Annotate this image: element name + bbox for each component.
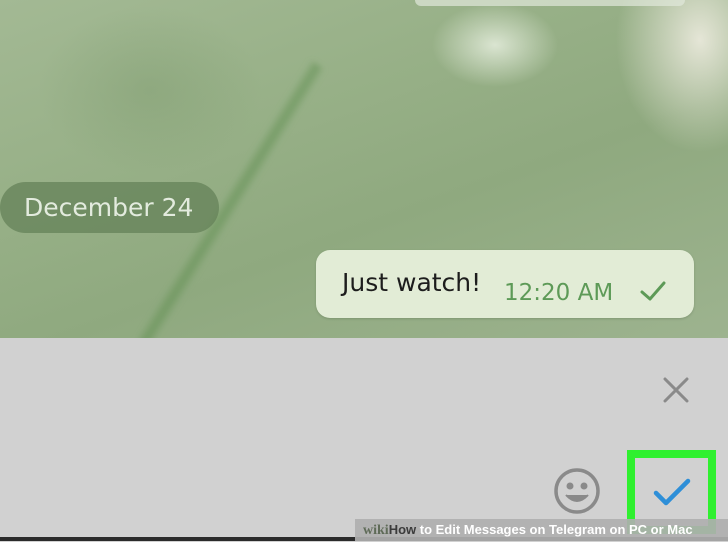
message-time: 12:20 AM (504, 280, 614, 306)
message-text: Just watch! (342, 268, 482, 297)
check-icon (640, 281, 666, 301)
watermark-brand: wiki (363, 523, 389, 538)
cancel-edit-button[interactable] (656, 370, 696, 410)
message-bubble[interactable]: Just watch! 12:20 AM (316, 250, 694, 318)
chat-history: December 24 Just watch! 12:20 AM (0, 0, 728, 338)
close-icon (663, 377, 689, 403)
watermark-title: to Edit Messages on Telegram on PC or Ma… (416, 522, 693, 537)
watermark-how: How (388, 522, 417, 537)
wikihow-watermark: wikiHow to Edit Messages on Telegram on … (355, 519, 728, 541)
previous-message-edge (415, 0, 685, 6)
date-separator: December 24 (0, 182, 219, 233)
check-icon (653, 478, 690, 506)
save-button-face (635, 458, 708, 526)
emoji-icon (554, 468, 600, 514)
emoji-button[interactable] (552, 466, 602, 516)
message-edit-panel (0, 338, 728, 541)
